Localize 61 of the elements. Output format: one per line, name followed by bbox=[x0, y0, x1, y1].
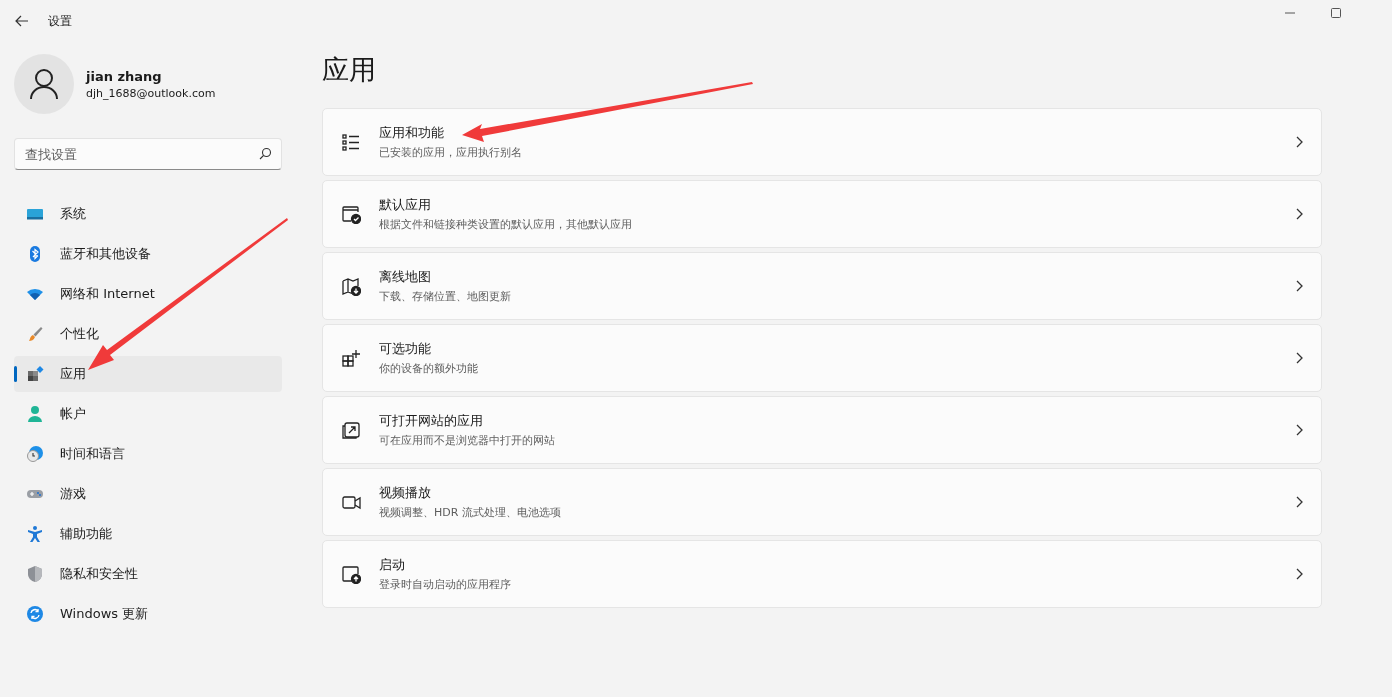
sidebar-item[interactable]: Windows 更新 bbox=[14, 596, 282, 632]
chevron-icon bbox=[1295, 208, 1303, 220]
search-icon bbox=[259, 147, 272, 160]
sidebar-icon bbox=[26, 565, 44, 583]
card-icon bbox=[341, 564, 361, 584]
settings-card[interactable]: 默认应用 根据文件和链接种类设置的默认应用，其他默认应用 bbox=[322, 180, 1322, 248]
sidebar-icon bbox=[26, 405, 44, 423]
card-icon bbox=[341, 132, 361, 152]
card-subtitle: 你的设备的额外功能 bbox=[379, 361, 479, 376]
card-subtitle: 可在应用而不是浏览器中打开的网站 bbox=[379, 433, 556, 448]
card-icon bbox=[341, 348, 361, 368]
sidebar-icon bbox=[26, 365, 44, 383]
sidebar-item[interactable]: 隐私和安全性 bbox=[14, 556, 282, 592]
card-icon bbox=[341, 420, 361, 440]
sidebar-item[interactable]: 个性化 bbox=[14, 316, 282, 352]
search-field[interactable]: 查找设置 bbox=[14, 138, 282, 170]
sidebar-item[interactable]: 应用 bbox=[14, 356, 282, 392]
settings-card[interactable]: 可打开网站的应用 可在应用而不是浏览器中打开的网站 bbox=[322, 396, 1322, 464]
window-title: 设置 bbox=[48, 12, 72, 30]
sidebar-item[interactable]: 系统 bbox=[14, 196, 282, 232]
user-name: jian zhang bbox=[86, 68, 163, 84]
chevron-icon bbox=[1295, 568, 1303, 580]
back-button[interactable] bbox=[14, 13, 30, 29]
sidebar-icon bbox=[26, 525, 44, 543]
sidebar-item[interactable]: 时间和语言 bbox=[14, 436, 282, 472]
sidebar-item[interactable]: 网络和 Internet bbox=[14, 276, 282, 312]
chevron-icon bbox=[1295, 496, 1303, 508]
maximize-icon bbox=[1330, 7, 1342, 19]
sidebar-item[interactable]: 游戏 bbox=[14, 476, 282, 512]
settings-card[interactable]: 视频播放 视频调整、HDR 流式处理、电池选项 bbox=[322, 468, 1322, 536]
card-title: 启动 bbox=[379, 556, 406, 574]
sidebar-icon bbox=[26, 605, 44, 623]
user-email: djh_1688@outlook.com bbox=[86, 86, 216, 100]
card-title: 离线地图 bbox=[379, 268, 432, 286]
chevron-icon bbox=[1295, 280, 1303, 292]
card-subtitle: 根据文件和链接种类设置的默认应用，其他默认应用 bbox=[379, 217, 633, 232]
card-icon bbox=[341, 276, 361, 296]
sidebar-item[interactable]: 帐户 bbox=[14, 396, 282, 432]
page-title: 应用 bbox=[322, 53, 377, 87]
card-title: 可选功能 bbox=[379, 340, 432, 358]
maximize-button[interactable] bbox=[1328, 6, 1344, 20]
card-title: 应用和功能 bbox=[379, 124, 445, 142]
settings-card[interactable]: 可选功能 你的设备的额外功能 bbox=[322, 324, 1322, 392]
card-title: 视频播放 bbox=[379, 484, 432, 502]
chevron-icon bbox=[1295, 424, 1303, 436]
settings-card[interactable]: 应用和功能 已安装的应用，应用执行别名 bbox=[322, 108, 1322, 176]
sidebar-icon bbox=[26, 445, 44, 463]
chevron-icon bbox=[1295, 136, 1303, 148]
card-subtitle: 视频调整、HDR 流式处理、电池选项 bbox=[379, 505, 562, 520]
card-title: 默认应用 bbox=[379, 196, 432, 214]
sidebar-item[interactable]: 蓝牙和其他设备 bbox=[14, 236, 282, 272]
sidebar-icon bbox=[26, 325, 44, 343]
settings-card[interactable]: 启动 登录时自动启动的应用程序 bbox=[322, 540, 1322, 608]
card-subtitle: 下载、存储位置、地图更新 bbox=[379, 289, 512, 304]
card-icon bbox=[341, 204, 361, 224]
card-subtitle: 登录时自动启动的应用程序 bbox=[379, 577, 512, 592]
card-subtitle: 已安装的应用，应用执行别名 bbox=[379, 145, 523, 160]
sidebar-item[interactable]: 辅助功能 bbox=[14, 516, 282, 552]
card-title: 可打开网站的应用 bbox=[379, 412, 484, 430]
settings-card[interactable]: 离线地图 下载、存储位置、地图更新 bbox=[322, 252, 1322, 320]
chevron-icon bbox=[1295, 352, 1303, 364]
